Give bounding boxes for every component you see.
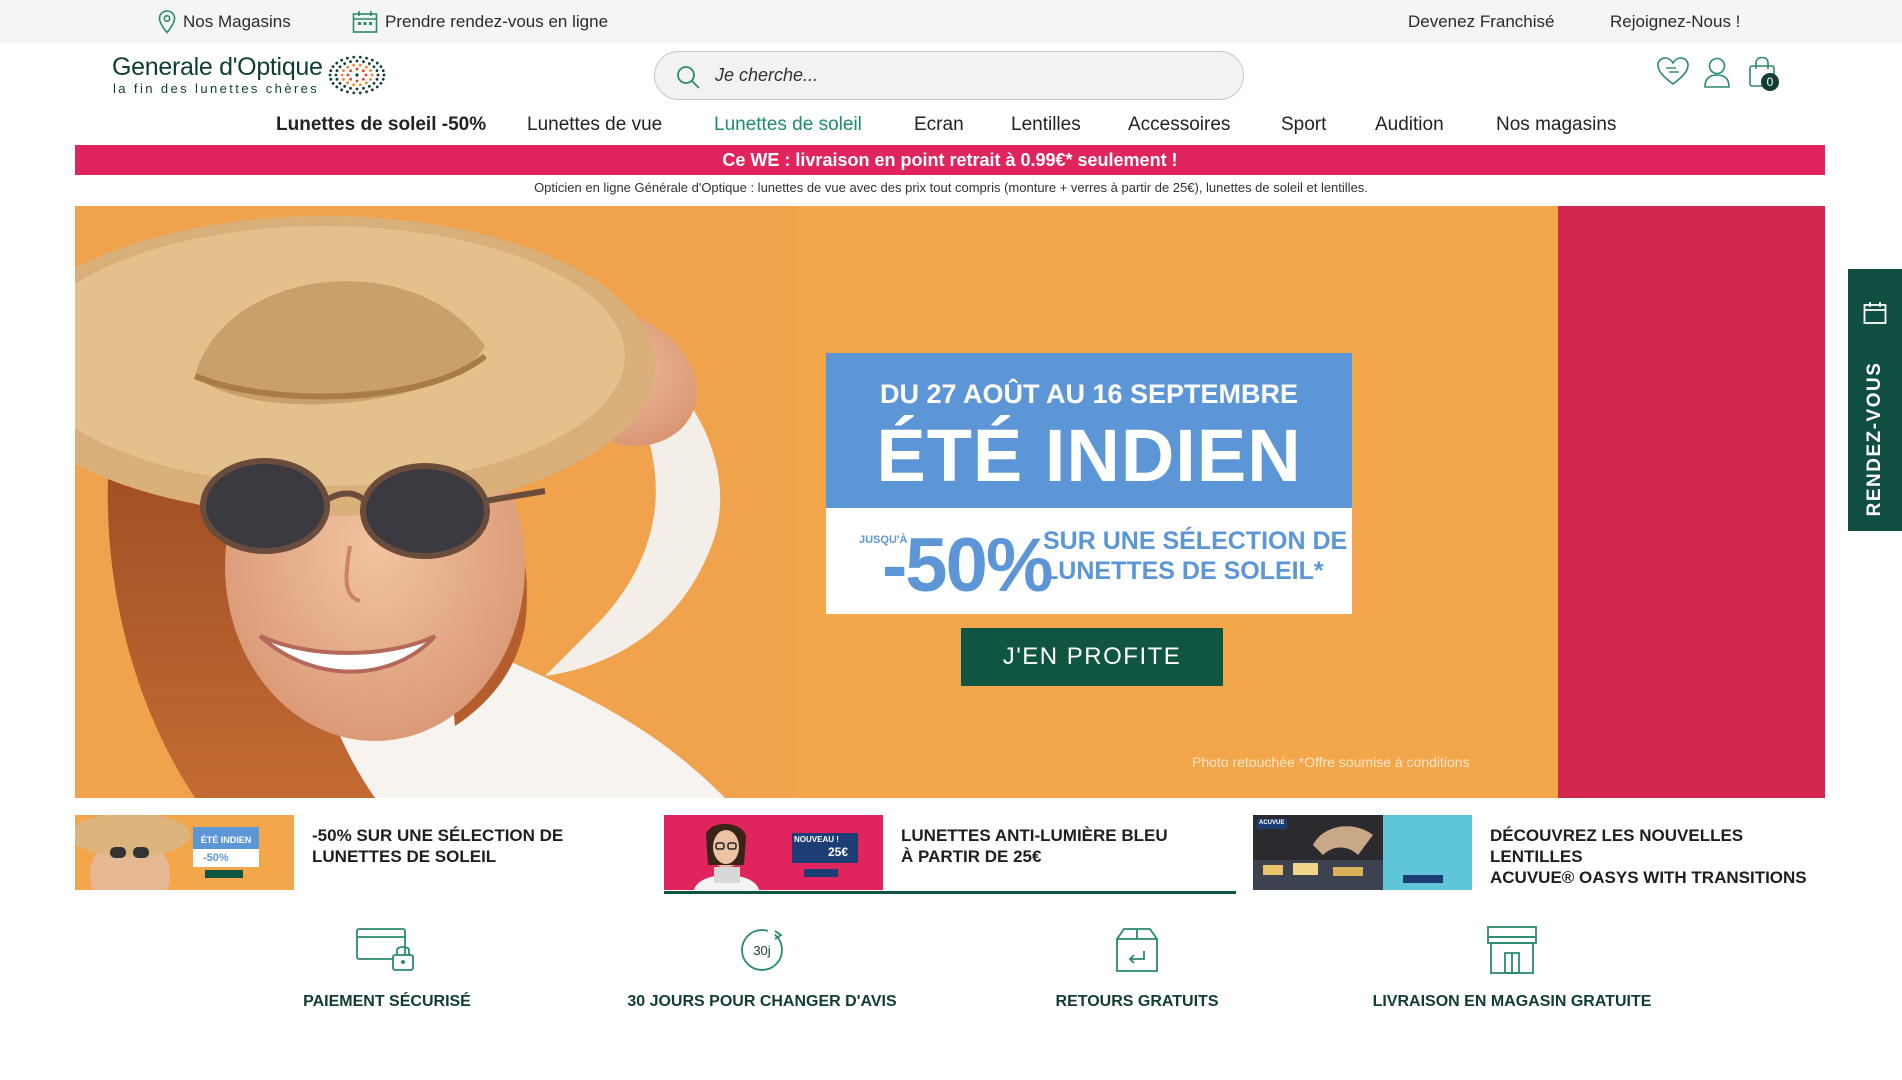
side-appointment-label: RENDEZ-VOUS — [1864, 361, 1885, 517]
reassurance-store-delivery: LIVRAISON EN MAGASIN GRATUITE — [1362, 925, 1662, 1015]
reassurance-secure-payment: PAIEMENT SÉCURISÉ — [237, 925, 537, 1015]
hero-selection-line-2: LUNETTES DE SOLEIL* — [1043, 557, 1324, 585]
hero-title-box: DU 27 AOÛT AU 16 SEPTEMBRE ÉTÉ INDIEN — [826, 353, 1352, 508]
sub-banner-sunglasses[interactable]: ÉTÉ INDIEN -50% -50% SUR UNE SÉLECTION D… — [75, 815, 647, 895]
logo-brand-name: Generale d'Optique — [112, 53, 323, 81]
sub-banner-text: DÉCOUVREZ LES NOUVELLES LENTILLES ACUVUE… — [1490, 825, 1825, 888]
hero-legal-notice: Photo retouchée *Offre soumise à conditi… — [1192, 754, 1470, 770]
location-pin-icon — [158, 9, 176, 34]
appointment-link-label: Prendre rendez-vous en ligne — [385, 11, 609, 31]
join-us-link[interactable]: Rejoignez-Nous ! — [1610, 0, 1740, 43]
hero-red-band — [1558, 206, 1825, 798]
reassurance-label: RETOURS GRATUITS — [1055, 993, 1219, 1010]
reassurance-free-returns: RETOURS GRATUITS — [987, 925, 1287, 1015]
sub-banner-text: -50% SUR UNE SÉLECTION DE LUNETTES DE SO… — [312, 825, 563, 867]
hero-cta-button[interactable]: J'EN PROFITE — [961, 628, 1223, 686]
sub-banner-thumbnail: ÉTÉ INDIEN -50% — [75, 815, 294, 890]
sub-banner-thumb-title: NOUVEAU ! — [794, 835, 839, 844]
cart-count-badge: 0 — [1761, 73, 1779, 91]
hero-selection-line-1: SUR UNE SÉLECTION DE — [1043, 527, 1348, 555]
hero-discount-percent: -50% — [882, 523, 1053, 608]
hero-title: ÉTÉ INDIEN — [876, 414, 1302, 497]
reassurance-30-days: 30j 30 JOURS POUR CHANGER D'AVIS — [612, 925, 912, 1015]
30-days-icon: 30j — [741, 929, 783, 971]
nav-item-sunglasses[interactable]: Lunettes de soleil — [714, 114, 862, 136]
reassurance-label: PAIEMENT SÉCURISÉ — [303, 993, 471, 1010]
hero-model-photo — [75, 206, 795, 798]
nav-item-hearing[interactable]: Audition — [1375, 114, 1444, 136]
iris-logo-icon — [328, 55, 386, 95]
hero-banner[interactable]: DU 27 AOÛT AU 16 SEPTEMBRE ÉTÉ INDIEN JU… — [75, 206, 1825, 798]
stores-link-label: Nos Magasins — [183, 11, 291, 31]
search-icon — [677, 66, 700, 89]
promo-banner-text: Ce WE : livraison en point retrait à 0.9… — [722, 149, 1178, 170]
sub-banner-thumbnail: ACUVUE — [1253, 815, 1472, 890]
top-utility-bar: Nos Magasins Prendre rendez-vous en lign… — [0, 0, 1902, 43]
sub-banner-thumbnail: NOUVEAU ! 25€ — [664, 815, 883, 890]
sub-banner-blue-light[interactable]: NOUVEAU ! 25€ LUNETTES ANTI-LUMIÈRE BLEU… — [664, 815, 1236, 895]
sub-banner-thumb-price: 25€ — [828, 845, 849, 859]
appointment-link[interactable]: Prendre rendez-vous en ligne — [352, 0, 608, 43]
search-bar[interactable] — [654, 51, 1244, 100]
franchise-link[interactable]: Devenez Franchisé — [1408, 0, 1554, 43]
logo-tagline: la fin des lunettes chères — [113, 81, 320, 96]
nav-item-accessories[interactable]: Accessoires — [1128, 114, 1230, 136]
reassurance-label: 30 JOURS POUR CHANGER D'AVIS — [627, 993, 897, 1010]
store-icon — [1487, 926, 1537, 974]
nav-item-eyeglasses[interactable]: Lunettes de vue — [527, 114, 662, 136]
promo-banner[interactable]: Ce WE : livraison en point retrait à 0.9… — [75, 145, 1825, 175]
nav-item-sunglasses-sale[interactable]: Lunettes de soleil -50% — [276, 114, 486, 136]
sub-banner-line-1: DÉCOUVREZ LES NOUVELLES LENTILLES — [1490, 826, 1744, 866]
search-input[interactable] — [715, 60, 1215, 91]
30-days-badge-text: 30j — [753, 943, 770, 958]
side-appointment-tab[interactable]: RENDEZ-VOUS — [1848, 269, 1902, 531]
sub-banner-text: LUNETTES ANTI-LUMIÈRE BLEU À PARTIR DE 2… — [901, 825, 1168, 867]
seo-intro-text: Opticien en ligne Générale d'Optique : l… — [534, 180, 1368, 195]
site-logo[interactable]: Generale d'Optique la fin des lunettes c… — [112, 51, 392, 101]
hero-offer-box: JUSQU'À -50% SUR UNE SÉLECTION DE LUNETT… — [826, 508, 1352, 614]
sub-banner-thumb-pct: -50% — [203, 852, 229, 864]
nav-item-sport[interactable]: Sport — [1281, 114, 1326, 136]
calendar-icon — [352, 10, 378, 33]
sub-banner-line-2: ACUVUE® OASYS WITH TRANSITIONS — [1490, 868, 1807, 887]
nav-item-screen[interactable]: Ecran — [914, 114, 964, 136]
sub-banner-acuvue[interactable]: ACUVUE DÉCOUVREZ LES NOUVELLES LENTILLES… — [1253, 815, 1825, 895]
sub-banner-line-1: LUNETTES ANTI-LUMIÈRE BLEU — [901, 826, 1168, 845]
reassurance-label: LIVRAISON EN MAGASIN GRATUITE — [1372, 993, 1652, 1010]
nav-item-our-stores[interactable]: Nos magasins — [1496, 114, 1616, 136]
sub-banner-line-1: -50% SUR UNE SÉLECTION DE — [312, 826, 564, 845]
wishlist-heart-icon[interactable] — [1656, 56, 1690, 86]
active-banner-indicator — [664, 891, 1236, 894]
user-account-icon[interactable] — [1703, 56, 1731, 88]
sub-banner-line-2: LUNETTES DE SOLEIL — [312, 847, 497, 866]
sub-banner-thumb-brand: ACUVUE — [1259, 820, 1285, 826]
sub-banner-line-2: À PARTIR DE 25€ — [901, 847, 1042, 866]
main-navigation: Lunettes de soleil -50% Lunettes de vue … — [0, 110, 1902, 142]
hero-dates: DU 27 AOÛT AU 16 SEPTEMBRE — [879, 379, 1299, 409]
stores-link[interactable]: Nos Magasins — [158, 0, 291, 43]
calendar-icon — [1863, 302, 1887, 324]
secure-card-icon — [356, 928, 414, 971]
nav-item-lenses[interactable]: Lentilles — [1011, 114, 1081, 136]
sub-banner-thumb-title: ÉTÉ INDIEN — [200, 835, 252, 845]
return-box-icon — [1116, 928, 1158, 972]
